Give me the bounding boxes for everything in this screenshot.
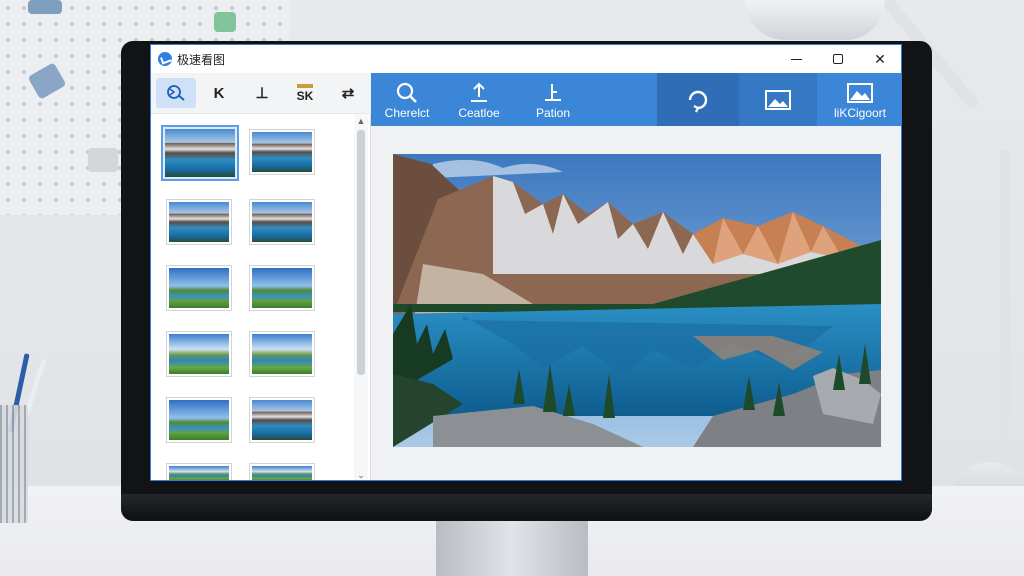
scroll-down-icon[interactable]: ⌄ <box>354 470 368 480</box>
thumbnail-image <box>252 268 312 308</box>
pegboard-clip <box>28 0 62 14</box>
thumbnail-item[interactable] <box>166 331 232 377</box>
image-export-icon <box>846 80 874 106</box>
main-photo[interactable] <box>393 154 881 447</box>
pegboard-clip <box>214 12 236 32</box>
rotate-icon <box>684 87 712 113</box>
ribbon-label-pation: Pation <box>535 105 571 120</box>
thumbnail-panel: ▲ ⌄ <box>151 114 371 480</box>
pegboard-hook <box>27 62 67 100</box>
thumbnail-image <box>169 466 229 480</box>
thumbnail-toolbar: K ⊥ SK ⇄ <box>151 73 371 114</box>
ribbon-toolbar: Cherelct Ceatloe Pation liKCigoort <box>371 73 901 126</box>
sort-icon: ⊥ <box>255 85 269 102</box>
close-button[interactable]: ✕ <box>859 45 901 73</box>
ribbon-label-ceatloe: Ceatloe <box>458 105 500 120</box>
k-tool-icon: K <box>213 84 225 102</box>
pegboard-hook <box>88 148 118 172</box>
thumbnail-item[interactable] <box>166 199 232 245</box>
ribbon-button-cherelct[interactable]: Cherelct <box>371 73 443 126</box>
thumbnail-item[interactable] <box>249 199 315 245</box>
rotate-select-button[interactable] <box>156 78 196 108</box>
image-icon <box>764 87 792 113</box>
ribbon-label-cherelct: Cherelct <box>384 105 430 120</box>
ribbon-button-ceatloe[interactable]: Ceatloe <box>443 73 515 126</box>
minimize-icon <box>790 58 802 60</box>
image-button[interactable] <box>739 73 817 126</box>
lamp-head <box>745 0 885 40</box>
monitor-stand <box>436 514 588 576</box>
thumbnail-item[interactable] <box>161 125 239 181</box>
thumbnail-image <box>252 334 312 374</box>
thumbnail-item[interactable] <box>249 265 315 311</box>
swap-button[interactable]: ⇄ <box>328 78 368 108</box>
k-tool-button[interactable]: K <box>199 78 239 108</box>
rotate-select-icon <box>167 85 185 101</box>
thumbnail-item[interactable] <box>166 265 232 311</box>
app-window: 极速看图 ✕ K ⊥ SK ⇄ Cherelct Ceatloe Pation … <box>150 44 902 481</box>
ribbon-label-export: liKCigoort <box>833 105 887 120</box>
window-controls: ✕ <box>775 45 901 73</box>
scroll-thumb[interactable] <box>357 130 365 375</box>
monitor-chin <box>121 494 932 520</box>
scroll-up-icon[interactable]: ▲ <box>354 116 368 128</box>
thumbnail-image <box>252 400 312 440</box>
thumbnail-image <box>169 334 229 374</box>
ribbon-spacer <box>591 73 657 126</box>
thumbnail-item[interactable] <box>249 331 315 377</box>
app-title: 极速看图 <box>177 52 226 67</box>
close-icon: ✕ <box>874 50 886 67</box>
rotate-button[interactable] <box>657 73 739 126</box>
pencil-cup <box>0 405 28 523</box>
app-logo-icon <box>158 52 172 66</box>
thumbnail-image <box>169 202 229 242</box>
maximize-icon <box>833 54 843 64</box>
thumbnail-image <box>165 129 235 177</box>
image-viewer <box>371 126 901 480</box>
ribbon-button-pation[interactable]: Pation <box>515 73 591 126</box>
minimize-button[interactable] <box>775 45 817 73</box>
thumbnail-image <box>169 400 229 440</box>
maximize-button[interactable] <box>817 45 859 73</box>
thumbnail-scrollbar[interactable]: ▲ ⌄ <box>354 114 368 480</box>
thumbnail-item[interactable] <box>249 463 315 480</box>
thumbnail-item[interactable] <box>249 129 315 175</box>
upload-icon <box>467 80 491 106</box>
swap-icon: ⇄ <box>341 85 355 102</box>
thumbnail-item[interactable] <box>166 463 232 480</box>
thumbnail-image <box>252 466 312 480</box>
search-icon <box>395 80 419 106</box>
ribbon-button-export[interactable]: liKCigoort <box>817 73 901 126</box>
aspect-button[interactable]: SK <box>285 78 325 108</box>
landscape-image <box>393 154 881 447</box>
thumbnail-item[interactable] <box>249 397 315 443</box>
thumbnail-item[interactable] <box>166 397 232 443</box>
aspect-icon: SK <box>296 83 314 103</box>
sort-button[interactable]: ⊥ <box>242 78 282 108</box>
thumbnail-image <box>169 268 229 308</box>
titlebar: 极速看图 ✕ <box>151 45 901 73</box>
thumbnail-image <box>252 132 312 172</box>
thumbnail-image <box>252 202 312 242</box>
lamp-pole <box>1000 150 1010 470</box>
position-icon <box>541 80 565 106</box>
